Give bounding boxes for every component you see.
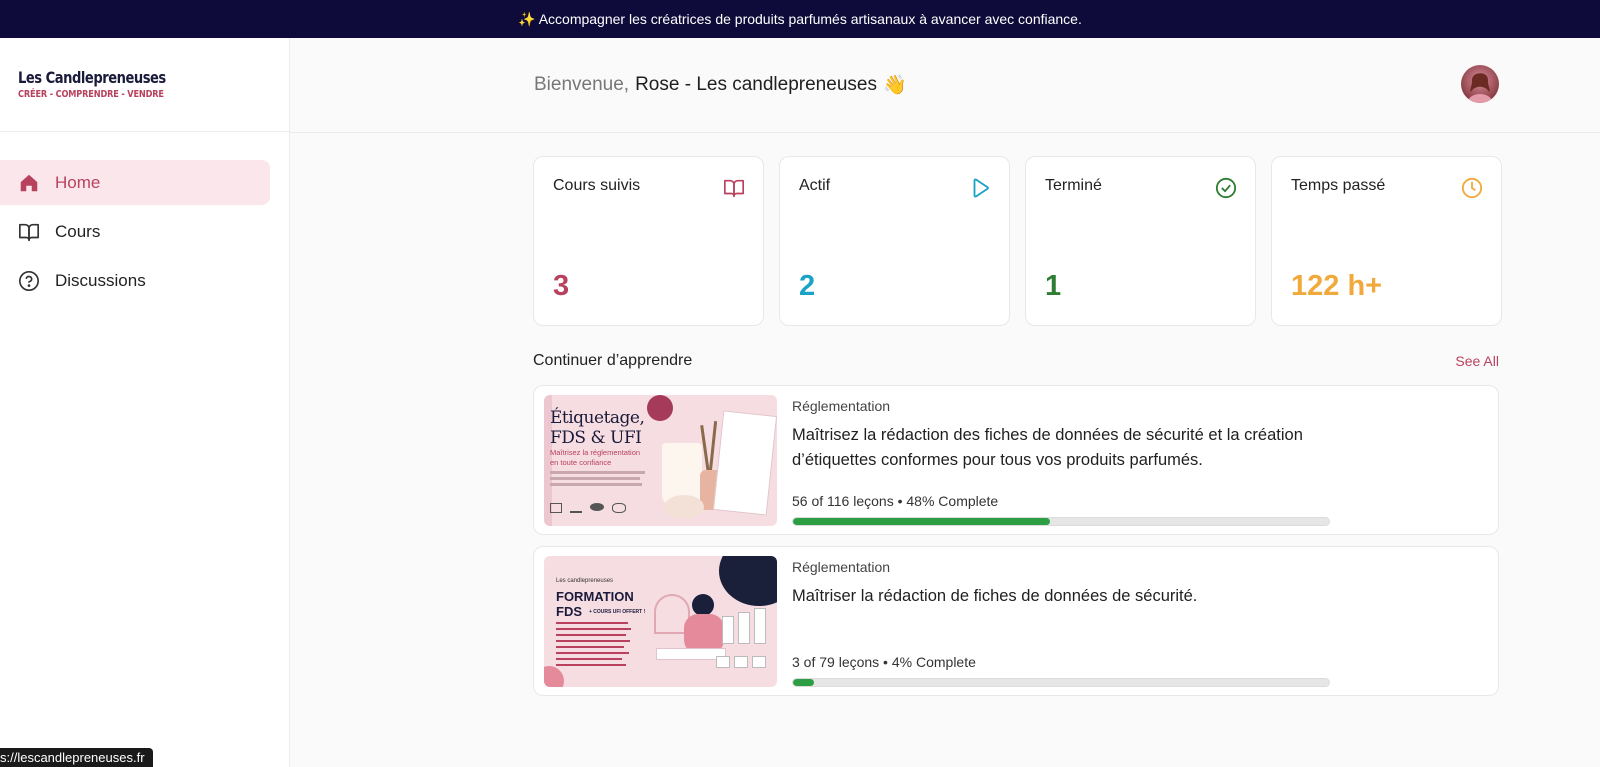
thumb-badge: + COURS UFI OFFERT ! — [589, 609, 646, 615]
stats-row: Cours suivis 3 Actif 2 Terminé 1 Temps p… — [533, 156, 1502, 326]
user-name: Rose - Les candlepreneuses — [635, 74, 877, 95]
course-thumbnail[interactable]: Les candlepreneuses FORMATION FDS + COUR… — [544, 556, 777, 687]
welcome-message: Bienvenue, Rose - Les candlepreneuses 👋 — [534, 73, 907, 97]
book-icon — [724, 179, 744, 198]
thumb-heading: FDS — [556, 604, 582, 619]
progress-fill — [793, 518, 1051, 525]
course-title[interactable]: Maîtriser la rédaction de fiches de donn… — [792, 584, 1332, 609]
stat-card-temps-passe: Temps passé 122 h+ — [1271, 156, 1502, 326]
progress-fill — [793, 679, 815, 686]
brand-logo[interactable]: Les Candlepreneuses CRÉER - COMPRENDRE -… — [0, 38, 289, 132]
avatar[interactable] — [1461, 65, 1499, 103]
stat-value: 122 h+ — [1291, 270, 1383, 302]
course-category: Réglementation — [792, 559, 891, 575]
course-title[interactable]: Maîtrisez la rédaction des fiches de don… — [792, 423, 1332, 473]
clock-icon — [1461, 177, 1483, 199]
main-header: Bienvenue, Rose - Les candlepreneuses 👋 — [290, 38, 1600, 133]
progress-text: 3 of 79 leçons • 4% Complete — [792, 654, 976, 670]
check-circle-icon — [1215, 177, 1237, 199]
banner-text: ✨ Accompagner les créatrices de produits… — [518, 10, 1082, 27]
book-icon — [19, 223, 39, 241]
course-card[interactable]: Les candlepreneuses FORMATION FDS + COUR… — [533, 546, 1499, 696]
thumb-heading: FDS & UFI — [550, 428, 642, 448]
stat-value: 3 — [553, 270, 570, 302]
progress-bar — [792, 517, 1330, 526]
thumb-subtitle: Maîtrisez la réglementation en toute con… — [550, 448, 641, 467]
progress-bar — [792, 678, 1330, 687]
home-icon — [20, 174, 38, 191]
section-title: Continuer d’apprendre — [533, 352, 693, 369]
sidebar-item-label: Home — [55, 172, 101, 192]
course-category: Réglementation — [792, 398, 891, 414]
thumb-heading: Étiquetage, — [550, 408, 645, 428]
stat-card-cours-suivis: Cours suivis 3 — [533, 156, 764, 326]
course-info: Réglementation Maîtrisez la rédaction de… — [792, 398, 1332, 473]
course-info: Réglementation Maîtriser la rédaction de… — [792, 559, 1332, 609]
sidebar-item-home[interactable]: Home — [0, 160, 270, 205]
course-thumbnail[interactable]: Étiquetage, FDS & UFI Maîtrisez la régle… — [544, 395, 777, 526]
wave-emoji: 👋 — [882, 75, 907, 96]
thumb-heading: FORMATION — [556, 589, 634, 604]
brand-tagline: CRÉER - COMPRENDRE - VENDRE — [18, 89, 164, 100]
stat-label: Actif — [799, 177, 831, 194]
link-status-tooltip: s://lescandlepreneuses.fr — [0, 748, 153, 767]
welcome-label: Bienvenue, — [534, 74, 630, 95]
play-icon — [973, 178, 989, 198]
continue-learning-header: Continuer d’apprendre See All — [533, 352, 1499, 370]
see-all-link[interactable]: See All — [1455, 353, 1499, 369]
sidebar-item-label: Cours — [55, 221, 101, 241]
brand-name: Les Candlepreneuses — [18, 68, 166, 87]
course-card[interactable]: Étiquetage, FDS & UFI Maîtrisez la régle… — [533, 385, 1499, 535]
status-url: s://lescandlepreneuses.fr — [0, 750, 145, 765]
stat-card-actif: Actif 2 — [779, 156, 1010, 326]
stat-value: 1 — [1045, 270, 1062, 302]
stat-label: Temps passé — [1291, 177, 1386, 194]
announcement-banner: ✨ Accompagner les créatrices de produits… — [0, 0, 1600, 38]
thumb-brand: Les candlepreneuses — [556, 578, 614, 584]
sidebar: Les Candlepreneuses CRÉER - COMPRENDRE -… — [0, 38, 290, 767]
stat-card-termine: Terminé 1 — [1025, 156, 1256, 326]
sidebar-item-label: Discussions — [55, 270, 146, 290]
stat-label: Cours suivis — [553, 177, 641, 194]
stat-value: 2 — [799, 270, 816, 302]
sidebar-item-cours[interactable]: Cours — [0, 209, 270, 254]
progress-text: 56 of 116 leçons • 48% Complete — [792, 493, 999, 509]
help-circle-icon — [19, 270, 39, 291]
sidebar-item-discussions[interactable]: Discussions — [0, 258, 270, 303]
stat-label: Terminé — [1045, 177, 1102, 194]
sidebar-nav: Home Cours Discussions — [0, 132, 289, 303]
